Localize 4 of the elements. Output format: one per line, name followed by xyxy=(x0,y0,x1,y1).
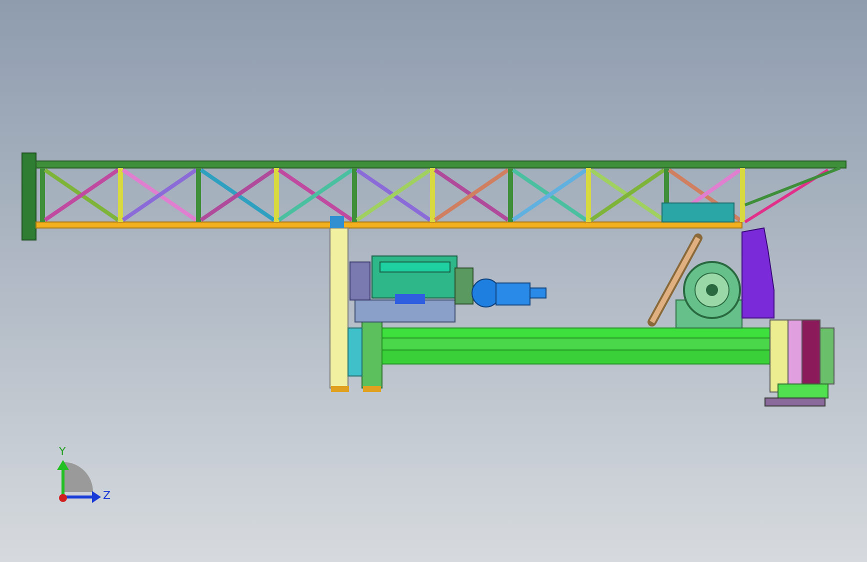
y-axis-label: Y xyxy=(59,445,66,458)
origin-icon xyxy=(59,494,67,502)
z-axis-label: Z xyxy=(103,489,111,502)
z-axis-arrow xyxy=(63,491,101,503)
